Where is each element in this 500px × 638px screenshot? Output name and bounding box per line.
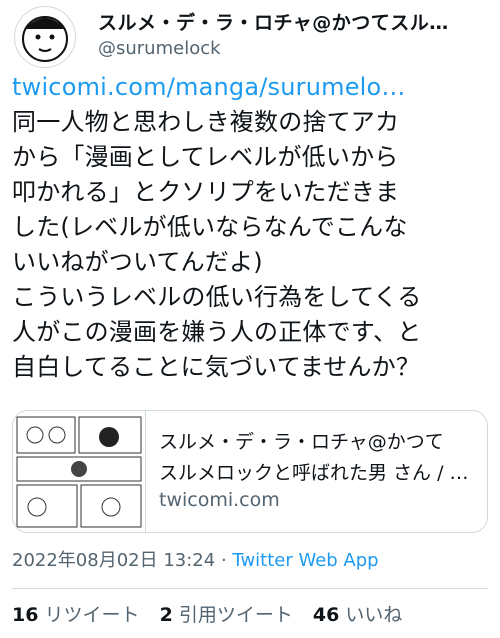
quote-count: 2	[159, 604, 173, 626]
like-count: 46	[312, 604, 340, 626]
tweet-text-line: こういうレベルの低い行為をしてくる	[12, 283, 422, 311]
tweet-text-line: 同一人物と思わしき複数の捨てアカ	[12, 108, 400, 136]
card-title-line: スルメ・デ・ラ・ロチャ@かつて	[159, 431, 444, 453]
quote-label: 引用ツイート	[178, 604, 293, 626]
tweet-text-line: 自白してることに気づいてませんか？	[12, 353, 421, 381]
retweets-stat[interactable]: 16 リツイート	[12, 600, 140, 627]
tweet-text-line: から「漫画としてレベルが低いから	[12, 143, 399, 171]
user-handle[interactable]: @surumelock	[98, 38, 221, 59]
avatar[interactable]	[14, 6, 76, 68]
card-title[interactable]: スルメ・デ・ラ・ロチャ@かつて スルメロックと呼ばれた男 さん / …	[159, 427, 479, 489]
tweet-datetime[interactable]: 2022年08月02日 13:24	[12, 550, 215, 571]
tweet-stats: 16 リツイート 2 引用ツイート 46 いいね	[12, 600, 416, 627]
tweet-meta: 2022年08月02日 13:24 · Twitter Web App	[12, 546, 379, 572]
tweet-body: twicomi.com/manga/surumelo… 同一人物と思わしき複数の…	[12, 70, 490, 385]
like-label: いいね	[345, 604, 403, 626]
tweet-text-line: いいねがついてんだよ)	[12, 248, 263, 276]
tweet-text-line: した(レベルが低いならなんでこんな	[12, 213, 408, 241]
tweet-source[interactable]: Twitter Web App	[232, 550, 378, 571]
link-preview-card[interactable]: スルメ・デ・ラ・ロチャ@かつて スルメロックと呼ばれた男 さん / … twic…	[12, 410, 488, 533]
divider	[12, 588, 488, 589]
manga-thumbnail	[13, 411, 146, 532]
tweet-text-line: 人がこの漫画を嫌う人の正体です、と	[12, 318, 422, 346]
tweet-header: スルメ・デ・ラ・ロチャ@かつてスル… @surumelock	[12, 4, 488, 68]
tweet-link[interactable]: twicomi.com/manga/surumelo…	[12, 70, 490, 105]
manga-page-icon	[16, 416, 142, 528]
retweet-label: リツイート	[44, 604, 140, 626]
display-name[interactable]: スルメ・デ・ラ・ロチャ@かつてスル…	[98, 8, 478, 35]
card-domain: twicomi.com	[159, 489, 280, 511]
avatar-face-icon	[22, 16, 68, 62]
card-title-line: スルメロックと呼ばれた男 さん / …	[159, 462, 469, 484]
meta-separator: ·	[220, 550, 227, 571]
tweet-text-line: 叩かれる」とクソリプをいただきま	[12, 178, 400, 206]
quotes-stat[interactable]: 2 引用ツイート	[160, 600, 293, 627]
likes-stat[interactable]: 46 いいね	[313, 600, 403, 627]
retweet-count: 16	[12, 604, 39, 626]
